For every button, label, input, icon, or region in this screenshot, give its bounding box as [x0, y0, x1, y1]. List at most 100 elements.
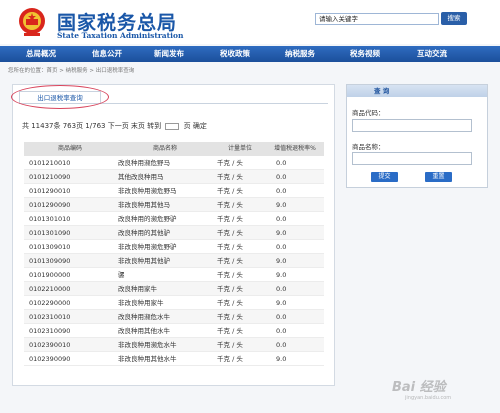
cell-name: 改良种用的其他驴	[118, 229, 170, 237]
nav-item-news[interactable]: 新闻发布	[154, 46, 184, 62]
cell-rate: 0.0	[276, 159, 287, 167]
cell-unit: 千克 / 头	[217, 299, 243, 307]
cell-name: 非改良种用其他水牛	[118, 355, 177, 363]
cell-unit: 千克 / 头	[217, 271, 243, 279]
cell-code: 0101290010	[29, 187, 71, 195]
search-input[interactable]: 请输入关键字	[315, 13, 439, 25]
national-emblem-icon	[19, 8, 45, 36]
table-row: 0101290090 非改良种用其他马 千克 / 头 9.0	[24, 198, 324, 212]
cell-code: 0101900000	[29, 271, 71, 279]
cell-unit: 千克 / 头	[217, 327, 243, 335]
cell-rate: 9.0	[276, 355, 287, 363]
main-nav: 总局概况 信息公开 新闻发布 税收政策 纳税服务 税务视频 互动交流	[0, 46, 500, 62]
search-button[interactable]: 搜索	[441, 12, 467, 25]
cell-code: 0101210010	[29, 159, 71, 167]
nav-item-overview[interactable]: 总局概况	[26, 46, 56, 62]
cell-unit: 千克 / 头	[217, 355, 243, 363]
cell-code: 0101210090	[29, 173, 71, 181]
cell-rate: 9.0	[276, 229, 287, 237]
cell-code: 0101309010	[29, 243, 71, 251]
cell-unit: 千克 / 头	[217, 215, 243, 223]
nav-item-policy[interactable]: 税收政策	[220, 46, 250, 62]
table-row: 0101309010 非改良种用濒危野驴 千克 / 头 0.0	[24, 240, 324, 254]
cell-rate: 0.0	[276, 173, 287, 181]
cell-unit: 千克 / 头	[217, 313, 243, 321]
cell-rate: 0.0	[276, 215, 287, 223]
product-name-input[interactable]	[352, 152, 472, 165]
search-button-label: 搜索	[447, 14, 461, 22]
cell-unit: 千克 / 头	[217, 229, 243, 237]
column-header-rate: 增值税退税率%	[274, 145, 316, 152]
cell-name: 改良种用濒危水牛	[118, 313, 170, 321]
column-header-name: 商品名称	[152, 145, 177, 152]
cell-name: 改良种用濒危野马	[118, 159, 170, 167]
pagination-info[interactable]: 共 11437条 763页 1/763 下一页 末页 转到	[22, 122, 161, 130]
goto-page-input[interactable]	[165, 122, 180, 130]
cell-rate: 0.0	[276, 327, 287, 335]
cell-unit: 千克 / 头	[217, 341, 243, 349]
product-name-label: 商品名称：	[352, 143, 385, 151]
cell-name: 非改良种用濒危野马	[118, 187, 177, 195]
cell-rate: 0.0	[276, 243, 287, 251]
cell-code: 0102310010	[29, 313, 71, 321]
pagination-confirm[interactable]: 页 确定	[184, 122, 207, 130]
query-panel-header: 查 询	[347, 85, 487, 97]
submit-button[interactable]: 提交	[371, 172, 398, 182]
cell-rate: 9.0	[276, 201, 287, 209]
column-header-unit: 计量单位	[227, 145, 252, 152]
cell-rate: 9.0	[276, 257, 287, 265]
table-row: 0101900000 骡 千克 / 头 9.0	[24, 268, 324, 282]
cell-code: 0102210000	[29, 285, 71, 293]
cell-rate: 0.0	[276, 285, 287, 293]
cell-code: 0101301090	[29, 229, 71, 237]
table-row: 0102390090 非改良种用其他水牛 千克 / 头 9.0	[24, 352, 324, 366]
breadcrumb: 您所在的位置：首页 > 纳税服务 > 出口退税率查询	[8, 68, 135, 74]
table-row: 0101210090 其他改良种用马 千克 / 头 0.0	[24, 170, 324, 184]
cell-name: 非改良种用其他驴	[118, 257, 170, 265]
cell-code: 0102390090	[29, 355, 71, 363]
site-header: 国家税务总局 State Taxation Administration 请输入…	[0, 0, 500, 44]
cell-name: 非改良种用濒危水牛	[118, 341, 177, 349]
cell-code: 0101301010	[29, 215, 71, 223]
product-code-input[interactable]	[352, 119, 472, 132]
cell-unit: 千克 / 头	[217, 285, 243, 293]
nav-item-info[interactable]: 信息公开	[92, 46, 122, 62]
cell-name: 非改良种用其他马	[118, 201, 170, 209]
reset-button[interactable]: 重置	[425, 172, 452, 182]
table-row: 0102290000 非改良种用家牛 千克 / 头 9.0	[24, 296, 324, 310]
cell-code: 0102310090	[29, 327, 71, 335]
pagination: 共 11437条 763页 1/763 下一页 末页 转到 页 确定	[22, 121, 207, 131]
cell-code: 0102390010	[29, 341, 71, 349]
table-row: 0101210010 改良种用濒危野马 千克 / 头 0.0	[24, 156, 324, 170]
results-panel: 出口退税率查询 共 11437条 763页 1/763 下一页 末页 转到 页 …	[11, 84, 335, 386]
cell-name: 非改良种用家牛	[118, 299, 164, 307]
highlight-oval	[11, 85, 109, 109]
cell-unit: 千克 / 头	[217, 159, 243, 167]
cell-name: 其他改良种用马	[118, 173, 164, 181]
table-row: 0102310010 改良种用濒危水牛 千克 / 头 0.0	[24, 310, 324, 324]
cell-rate: 0.0	[276, 341, 287, 349]
cell-name: 改良种用其他水牛	[118, 327, 170, 335]
cell-name: 骡	[118, 271, 125, 279]
cell-name: 改良种用家牛	[118, 285, 157, 293]
table-row: 0102310090 改良种用其他水牛 千克 / 头 0.0	[24, 324, 324, 338]
cell-rate: 0.0	[276, 313, 287, 321]
nav-item-interaction[interactable]: 互动交流	[417, 46, 447, 62]
nav-item-video[interactable]: 税务视频	[350, 46, 380, 62]
table-row: 0102210000 改良种用家牛 千克 / 头 0.0	[24, 282, 324, 296]
table-row: 0101290010 非改良种用濒危野马 千克 / 头 0.0	[24, 184, 324, 198]
table-row: 0101301010 改良种用的濒危野驴 千克 / 头 0.0	[24, 212, 324, 226]
cell-rate: 9.0	[276, 271, 287, 279]
cell-unit: 千克 / 头	[217, 257, 243, 265]
product-code-label: 商品代码：	[352, 109, 385, 117]
watermark-logo: Bai 经验	[392, 380, 446, 395]
cell-rate: 0.0	[276, 187, 287, 195]
cell-unit: 千克 / 头	[217, 201, 243, 209]
cell-rate: 9.0	[276, 299, 287, 307]
cell-unit: 千克 / 头	[217, 173, 243, 181]
table-row: 0101301090 改良种用的其他驴 千克 / 头 9.0	[24, 226, 324, 240]
cell-code: 0101309090	[29, 257, 71, 265]
nav-item-service[interactable]: 纳税服务	[285, 46, 315, 62]
cell-name: 非改良种用濒危野驴	[118, 243, 177, 251]
table-row: 0101309090 非改良种用其他驴 千克 / 头 9.0	[24, 254, 324, 268]
